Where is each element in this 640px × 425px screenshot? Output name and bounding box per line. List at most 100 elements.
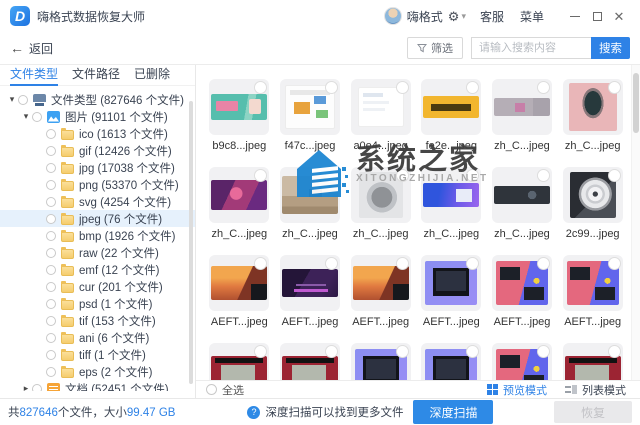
tree-radio-button[interactable]: [46, 248, 56, 258]
file-card[interactable]: [209, 79, 269, 135]
tree-item[interactable]: ico (1613 个文件): [0, 125, 195, 142]
tree-radio-button[interactable]: [46, 146, 56, 156]
tree-radio-button[interactable]: [46, 231, 56, 241]
tree-item[interactable]: cur (201 个文件): [0, 278, 195, 295]
file-card[interactable]: [421, 255, 481, 311]
file-radio-button[interactable]: [325, 345, 338, 358]
file-card[interactable]: [209, 255, 269, 311]
search-input[interactable]: [471, 37, 591, 59]
file-card[interactable]: [563, 79, 623, 135]
tree-item[interactable]: ▸文档 (52451 个文件): [0, 380, 195, 391]
file-radio-button[interactable]: [537, 169, 550, 182]
file-radio-button[interactable]: [466, 169, 479, 182]
file-card[interactable]: [351, 255, 411, 311]
file-card[interactable]: [563, 167, 623, 223]
tree-radio-button[interactable]: [46, 299, 56, 309]
file-card[interactable]: [421, 79, 481, 135]
file-radio-button[interactable]: [396, 257, 409, 270]
file-radio-button[interactable]: [537, 345, 550, 358]
tree-radio-button[interactable]: [46, 197, 56, 207]
question-icon[interactable]: ?: [247, 406, 260, 419]
chevron-down-icon[interactable]: ▾: [461, 11, 466, 22]
tree-item[interactable]: bmp (1926 个文件): [0, 227, 195, 244]
file-radio-button[interactable]: [396, 81, 409, 94]
deep-scan-button[interactable]: 深度扫描: [413, 400, 493, 424]
filter-button[interactable]: 筛选: [407, 37, 463, 59]
tree-item[interactable]: png (53370 个文件): [0, 176, 195, 193]
close-button[interactable]: ✕: [608, 6, 630, 26]
maximize-button[interactable]: [586, 6, 608, 26]
tree-item[interactable]: ▾图片 (91101 个文件): [0, 108, 195, 125]
file-radio-button[interactable]: [396, 169, 409, 182]
grid-scrollbar-thumb[interactable]: [633, 73, 639, 133]
expand-right-icon[interactable]: ▸: [20, 384, 32, 391]
minimize-button[interactable]: [564, 6, 586, 26]
search-button[interactable]: 搜索: [591, 37, 630, 59]
file-radio-button[interactable]: [608, 81, 621, 94]
file-radio-button[interactable]: [608, 345, 621, 358]
tree-item[interactable]: psd (1 个文件): [0, 295, 195, 312]
grid-scrollbar-track[interactable]: [631, 65, 640, 380]
tree-radio-button[interactable]: [46, 265, 56, 275]
expand-down-icon[interactable]: ▾: [20, 112, 32, 121]
tree-item[interactable]: svg (4254 个文件): [0, 193, 195, 210]
file-card[interactable]: [492, 167, 552, 223]
file-card[interactable]: [280, 79, 340, 135]
tree-radio-button[interactable]: [46, 367, 56, 377]
tree-radio-button[interactable]: [46, 180, 56, 190]
tab-deleted[interactable]: 已删除: [134, 65, 170, 86]
file-radio-button[interactable]: [466, 81, 479, 94]
file-card[interactable]: [351, 79, 411, 135]
tree-radio-button[interactable]: [46, 214, 56, 224]
file-radio-button[interactable]: [325, 81, 338, 94]
file-radio-button[interactable]: [537, 81, 550, 94]
back-button[interactable]: ← 返回: [10, 40, 53, 57]
menu-link[interactable]: 菜单: [520, 8, 544, 25]
tree-radio-button[interactable]: [32, 384, 42, 392]
tree-item[interactable]: gif (12426 个文件): [0, 142, 195, 159]
tree-item[interactable]: tif (153 个文件): [0, 312, 195, 329]
expand-down-icon[interactable]: ▾: [6, 95, 18, 104]
preview-mode-button[interactable]: 预览模式: [487, 382, 547, 398]
recover-button[interactable]: 恢复: [554, 401, 632, 423]
file-card[interactable]: [421, 167, 481, 223]
file-card[interactable]: [280, 255, 340, 311]
file-radio-button[interactable]: [466, 257, 479, 270]
support-link[interactable]: 客服: [480, 8, 504, 25]
sidebar-scrollbar[interactable]: [189, 101, 193, 384]
tree-radio-button[interactable]: [18, 95, 28, 105]
tree-radio-button[interactable]: [46, 282, 56, 292]
user-avatar[interactable]: [384, 7, 402, 25]
file-radio-button[interactable]: [254, 81, 267, 94]
file-card[interactable]: [492, 255, 552, 311]
tree-radio-button[interactable]: [32, 112, 42, 122]
tree-item[interactable]: ani (6 个文件): [0, 329, 195, 346]
select-all-control[interactable]: 全选: [206, 382, 244, 398]
file-radio-button[interactable]: [325, 169, 338, 182]
file-radio-button[interactable]: [537, 257, 550, 270]
tree-radio-button[interactable]: [46, 163, 56, 173]
file-radio-button[interactable]: [608, 169, 621, 182]
tree-item[interactable]: eps (2 个文件): [0, 363, 195, 380]
file-card[interactable]: [563, 255, 623, 311]
file-card[interactable]: [280, 167, 340, 223]
select-all-radio[interactable]: [206, 384, 217, 395]
file-radio-button[interactable]: [396, 345, 409, 358]
tree-radio-button[interactable]: [46, 129, 56, 139]
tree-item[interactable]: tiff (1 个文件): [0, 346, 195, 363]
file-card[interactable]: [492, 79, 552, 135]
tree-radio-button[interactable]: [46, 350, 56, 360]
file-radio-button[interactable]: [325, 257, 338, 270]
tree-item[interactable]: ▾文件类型 (827646 个文件): [0, 91, 195, 108]
file-card[interactable]: [351, 167, 411, 223]
tree-item[interactable]: jpeg (76 个文件): [0, 210, 195, 227]
tree-item[interactable]: raw (22 个文件): [0, 244, 195, 261]
file-radio-button[interactable]: [466, 345, 479, 358]
file-radio-button[interactable]: [608, 257, 621, 270]
tree-radio-button[interactable]: [46, 316, 56, 326]
file-card[interactable]: [209, 167, 269, 223]
tree-item[interactable]: emf (12 个文件): [0, 261, 195, 278]
tree-radio-button[interactable]: [46, 333, 56, 343]
tree-item[interactable]: jpg (17038 个文件): [0, 159, 195, 176]
list-mode-button[interactable]: 列表模式: [565, 382, 626, 398]
